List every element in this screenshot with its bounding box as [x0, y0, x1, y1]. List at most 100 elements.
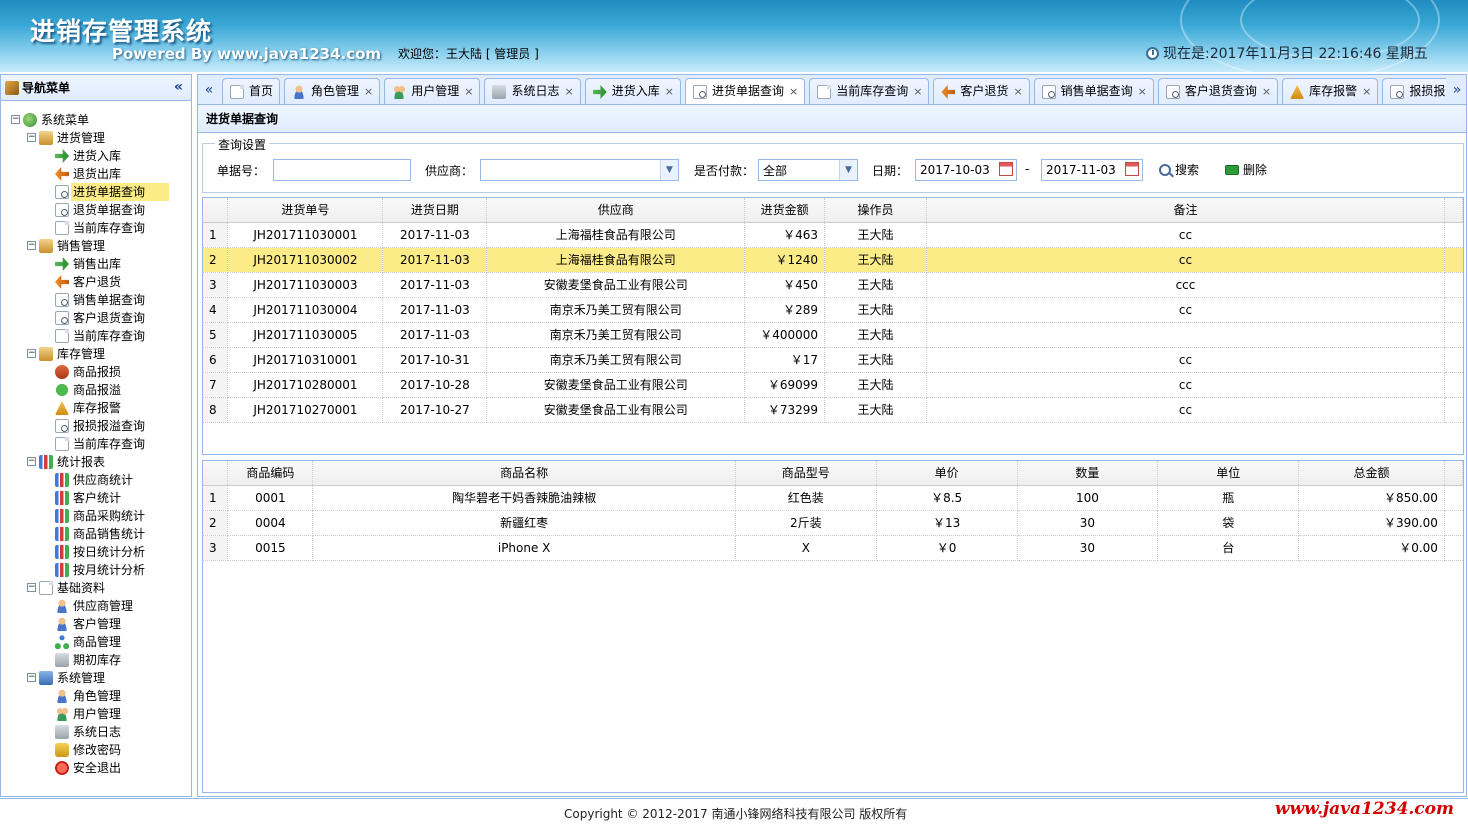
column-header[interactable]: 操作员	[824, 198, 927, 223]
column-header[interactable]: 商品名称	[312, 461, 736, 486]
tab-close-icon[interactable]: ×	[1138, 85, 1147, 98]
delete-button[interactable]: 删除	[1225, 161, 1267, 178]
nav-item-20[interactable]: 供应商统计	[1, 471, 191, 489]
nav-item-15[interactable]: 商品报溢	[1, 381, 191, 399]
tree-toggle-icon[interactable]: −	[27, 133, 36, 142]
tab-10[interactable]: 库存报警 ×	[1282, 78, 1379, 104]
tab-6[interactable]: 当前库存查询 ×	[809, 78, 930, 104]
table-row[interactable]: 3 JH201711030003 2017-11-03 安徽麦堡食品工业有限公司 ￥45…	[203, 272, 1463, 298]
tab-close-icon[interactable]: ×	[464, 85, 473, 98]
nav-item-21[interactable]: 客户统计	[1, 489, 191, 507]
table-row[interactable]: 2 JH201711030002 2017-11-03 上海福桂食品有限公司 ￥1240…	[203, 247, 1463, 273]
nav-item-16[interactable]: 库存报警	[1, 399, 191, 417]
nav-item-30[interactable]: 期初库存	[1, 651, 191, 669]
column-header[interactable]: 商品编码	[227, 461, 314, 486]
tab-11[interactable]: 报损报	[1382, 78, 1446, 104]
nav-item-4[interactable]: 进货单据查询	[1, 183, 191, 201]
nav-item-17[interactable]: 报损报溢查询	[1, 417, 191, 435]
tab-close-icon[interactable]: ×	[789, 85, 798, 98]
tree-toggle-icon[interactable]: −	[27, 349, 36, 358]
date-from-calendar-icon[interactable]	[999, 162, 1013, 176]
nav-item-35[interactable]: 修改密码	[1, 741, 191, 759]
tab-5[interactable]: 进货单据查询 ×	[684, 78, 806, 105]
tab-4[interactable]: 进货入库 ×	[584, 78, 681, 104]
nav-item-0[interactable]: − 系统菜单	[1, 111, 191, 129]
search-button[interactable]: 搜索	[1159, 161, 1199, 178]
nav-item-13[interactable]: − 库存管理	[1, 345, 191, 363]
nav-item-31[interactable]: − 系统管理	[1, 669, 191, 687]
nav-item-34[interactable]: 系统日志	[1, 723, 191, 741]
tab-3[interactable]: 系统日志 ×	[484, 78, 581, 104]
table-row[interactable]: 8 JH201710270001 2017-10-27 安徽麦堡食品工业有限公司 ￥73…	[203, 397, 1463, 423]
tab-close-icon[interactable]: ×	[565, 85, 574, 98]
nav-item-19[interactable]: − 统计报表	[1, 453, 191, 471]
nav-item-14[interactable]: 商品报损	[1, 363, 191, 381]
nav-item-24[interactable]: 按日统计分析	[1, 543, 191, 561]
table-row[interactable]: 7 JH201710280001 2017-10-28 安徽麦堡食品工业有限公司 ￥69…	[203, 372, 1463, 398]
tab-scroll-left-icon[interactable]: «	[200, 81, 218, 101]
nav-item-18[interactable]: 当前库存查询	[1, 435, 191, 453]
tab-7[interactable]: 客户退货 ×	[933, 78, 1030, 104]
tab-scroll-right-icon[interactable]: »	[1448, 81, 1466, 101]
column-header[interactable]: 数量	[1017, 461, 1159, 486]
nav-item-11[interactable]: 客户退货查询	[1, 309, 191, 327]
nav-item-29[interactable]: 商品管理	[1, 633, 191, 651]
tree-toggle-icon[interactable]: −	[27, 241, 36, 250]
tree-toggle-icon[interactable]: −	[27, 673, 36, 682]
table-row[interactable]: 1 JH201711030001 2017-11-03 上海福桂食品有限公司 ￥463 王…	[203, 222, 1463, 248]
tab-1[interactable]: 角色管理 ×	[284, 78, 381, 104]
date-to-calendar-icon[interactable]	[1125, 162, 1139, 176]
paid-dropdown-icon[interactable]: ▼	[839, 160, 857, 180]
table-row[interactable]: 6 JH201710310001 2017-10-31 南京禾乃美工贸有限公司 ￥17 王…	[203, 347, 1463, 373]
nav-item-27[interactable]: 供应商管理	[1, 597, 191, 615]
column-header[interactable]: 单位	[1157, 461, 1300, 486]
tab-close-icon[interactable]: ×	[1013, 85, 1022, 98]
column-header[interactable]: 进货单号	[227, 198, 384, 223]
nav-item-2[interactable]: 进货入库	[1, 147, 191, 165]
column-header[interactable]: 总金额	[1298, 461, 1445, 486]
table-row[interactable]: 4 JH201711030004 2017-11-03 南京禾乃美工贸有限公司 ￥289…	[203, 297, 1463, 323]
tab-0[interactable]: 首页	[222, 78, 281, 104]
collapse-nav-icon[interactable]: «	[174, 79, 183, 95]
column-header[interactable]: 商品型号	[735, 461, 877, 486]
supplier-dropdown-icon[interactable]: ▼	[660, 160, 678, 180]
nav-item-22[interactable]: 商品采购统计	[1, 507, 191, 525]
nav-item-5[interactable]: 退货单据查询	[1, 201, 191, 219]
nav-item-33[interactable]: 用户管理	[1, 705, 191, 723]
nav-item-12[interactable]: 当前库存查询	[1, 327, 191, 345]
nav-item-25[interactable]: 按月统计分析	[1, 561, 191, 579]
column-header[interactable]: 单价	[876, 461, 1018, 486]
tree-toggle-icon[interactable]: −	[11, 115, 20, 124]
tab-8[interactable]: 销售单据查询 ×	[1033, 78, 1154, 104]
table-row[interactable]: 2 0004 新疆红枣 2斤装 ￥13 30 袋 ￥390.00	[203, 510, 1463, 536]
column-header[interactable]: 进货金额	[744, 198, 826, 223]
tab-9[interactable]: 客户退货查询 ×	[1157, 78, 1279, 104]
nav-item-8[interactable]: 销售出库	[1, 255, 191, 273]
order-no-input[interactable]	[273, 159, 411, 181]
column-header[interactable]: 供应商	[486, 198, 746, 223]
tab-close-icon[interactable]: ×	[913, 85, 922, 98]
nav-item-10[interactable]: 销售单据查询	[1, 291, 191, 309]
tab-2[interactable]: 用户管理 ×	[384, 78, 481, 104]
column-header[interactable]: 备注	[926, 198, 1446, 223]
tree-toggle-icon[interactable]: −	[27, 457, 36, 466]
nav-item-1[interactable]: − 进货管理	[1, 129, 191, 147]
tab-close-icon[interactable]: ×	[364, 85, 373, 98]
nav-item-36[interactable]: 安全退出	[1, 759, 191, 777]
nav-item-32[interactable]: 角色管理	[1, 687, 191, 705]
column-header[interactable]: 进货日期	[382, 198, 488, 223]
nav-item-3[interactable]: 退货出库	[1, 165, 191, 183]
table-row[interactable]: 3 0015 iPhone X X ￥0 30 台 ￥0.00	[203, 535, 1463, 561]
tab-close-icon[interactable]: ×	[665, 85, 674, 98]
tab-close-icon[interactable]: ×	[1362, 85, 1371, 98]
table-row[interactable]: 1 0001 陶华碧老干妈香辣脆油辣椒 红色装 ￥8.5 100 瓶 ￥850.00	[203, 485, 1463, 511]
table-row[interactable]: 5 JH201711030005 2017-11-03 南京禾乃美工贸有限公司 ￥400…	[203, 322, 1463, 348]
nav-item-9[interactable]: 客户退货	[1, 273, 191, 291]
tab-close-icon[interactable]: ×	[1262, 85, 1271, 98]
tree-toggle-icon[interactable]: −	[27, 583, 36, 592]
nav-item-23[interactable]: 商品销售统计	[1, 525, 191, 543]
nav-item-6[interactable]: 当前库存查询	[1, 219, 191, 237]
nav-item-7[interactable]: − 销售管理	[1, 237, 191, 255]
supplier-combo[interactable]	[480, 159, 679, 181]
nav-item-28[interactable]: 客户管理	[1, 615, 191, 633]
